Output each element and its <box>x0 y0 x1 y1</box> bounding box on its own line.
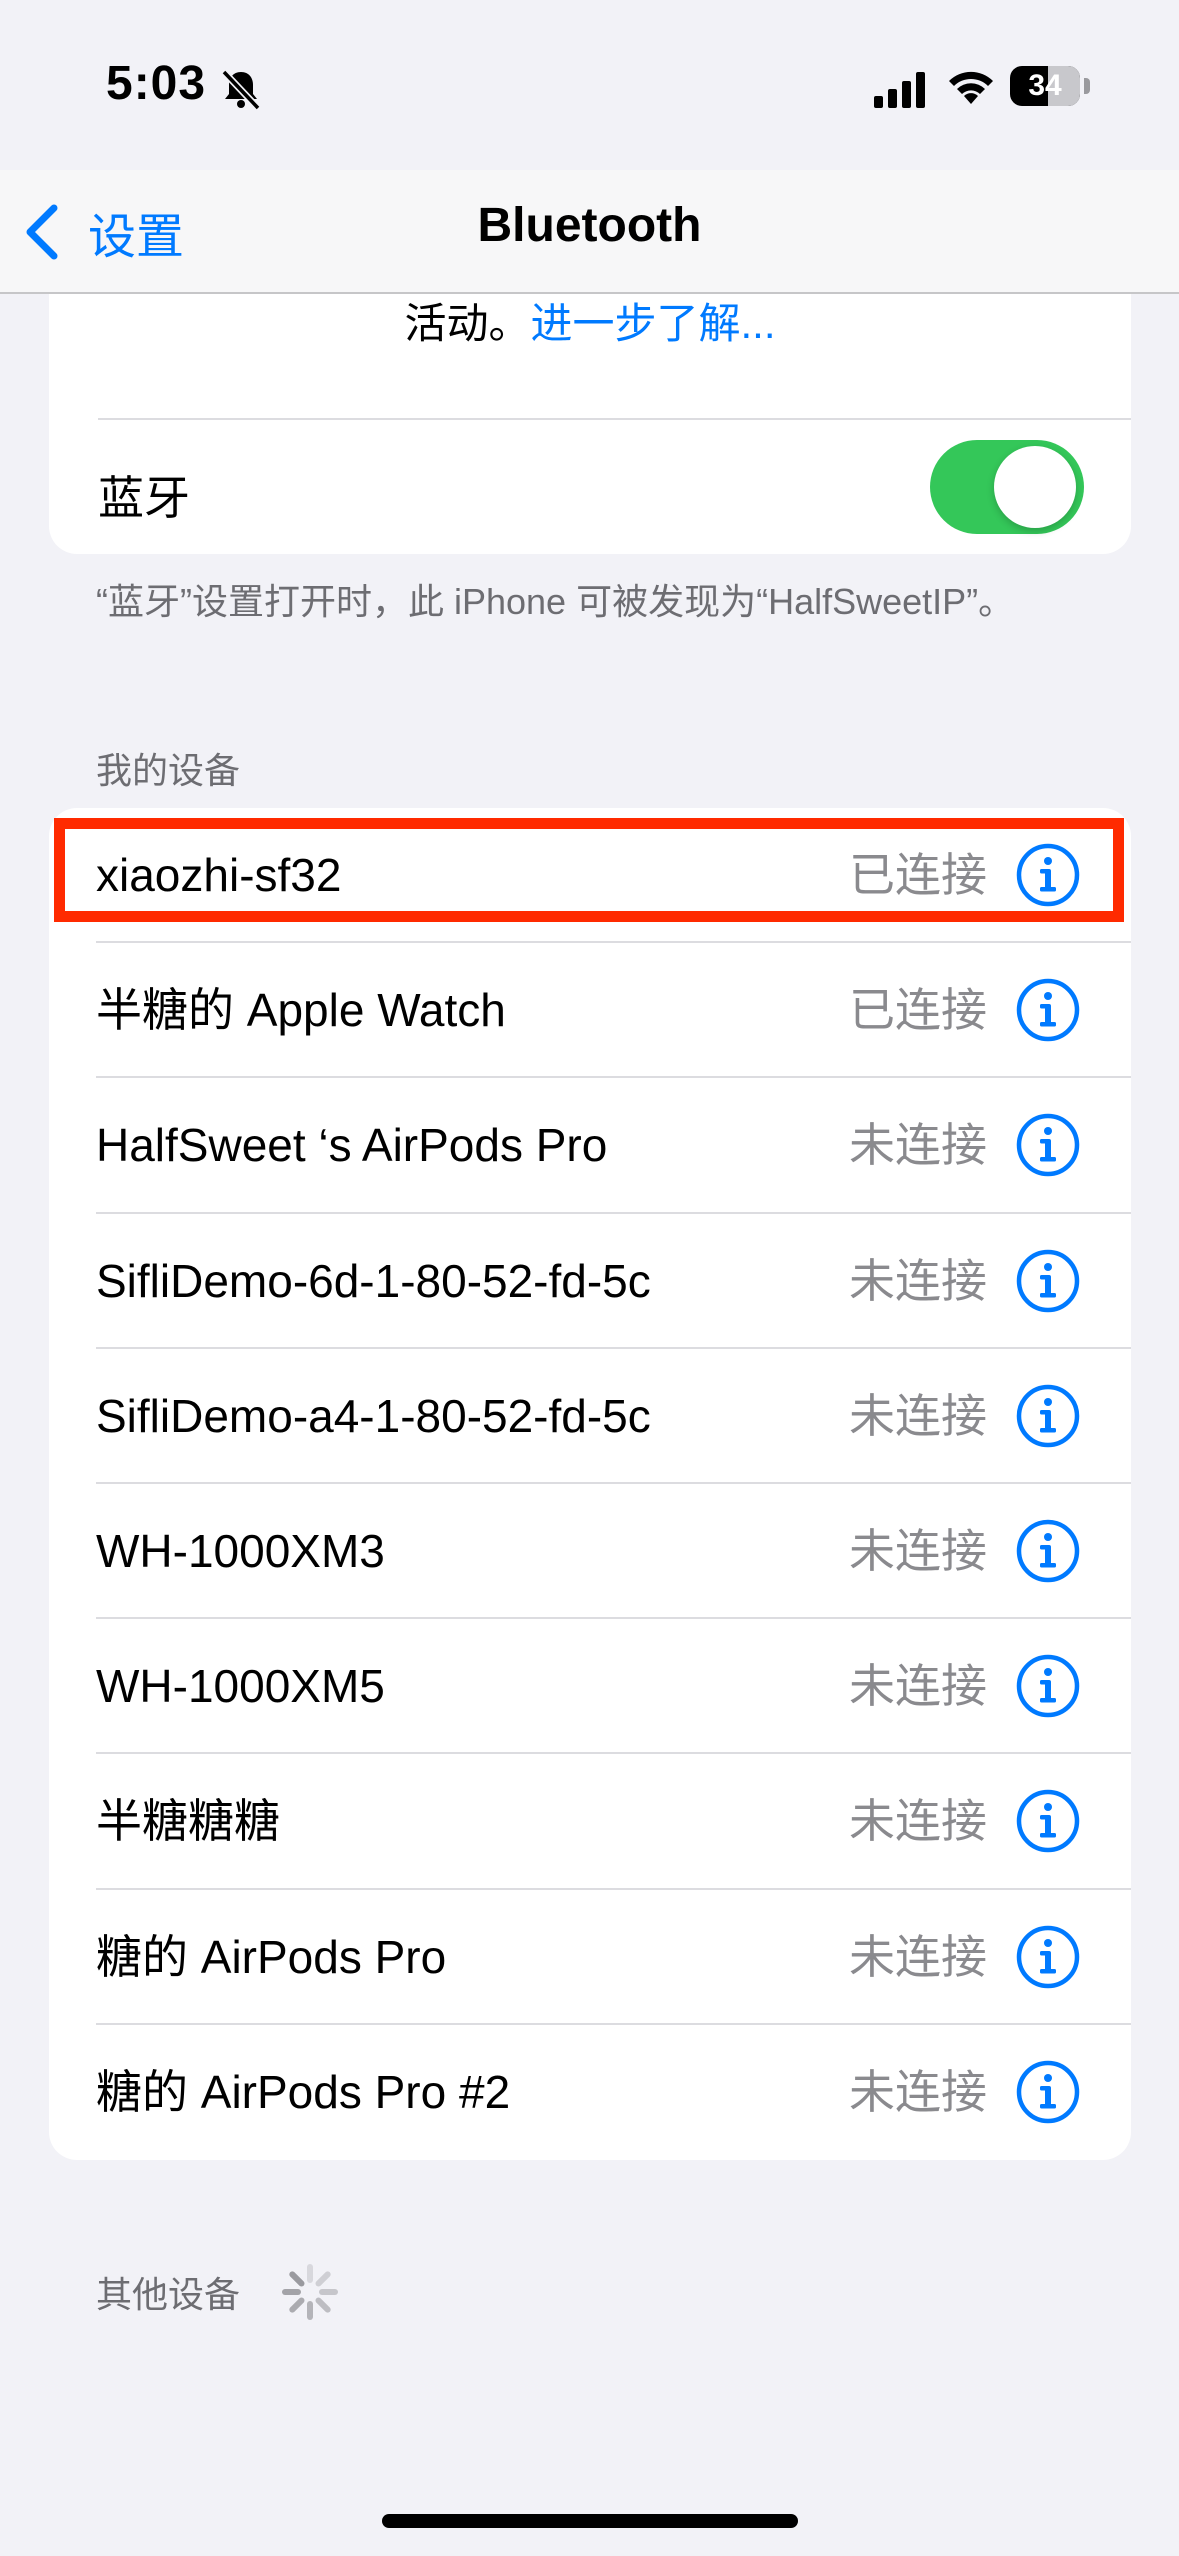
highlight-box <box>54 818 1124 922</box>
page-title: Bluetooth <box>477 199 702 252</box>
cellular-signal-icon <box>874 72 925 108</box>
device-name: WH-1000XM3 <box>96 1524 385 1577</box>
navigation-bar: 设置 Bluetooth <box>0 170 1179 294</box>
bell-slash-icon <box>221 69 261 111</box>
device-row[interactable]: 糖的 AirPods Pro 未连接 <box>49 1890 1131 2025</box>
spinner-icon <box>282 2264 338 2320</box>
device-status: 未连接 <box>849 1660 987 1713</box>
info-icon[interactable] <box>1015 1248 1081 1314</box>
device-name: WH-1000XM5 <box>96 1660 385 1713</box>
my-devices-header: 我的设备 <box>96 750 241 791</box>
discoverable-footnote: “蓝牙”设置打开时，此 iPhone 可被发现为“HalfSweetIP”。 <box>96 581 1015 622</box>
battery-level: 34 <box>1028 69 1062 102</box>
toggle-knob <box>994 446 1076 528</box>
device-row[interactable]: 半糖的 Apple Watch 已连接 <box>49 943 1131 1079</box>
status-bar: 5:03 34 <box>0 0 1179 170</box>
device-name: 半糖的 Apple Watch <box>96 984 506 1037</box>
device-name: SifliDemo-a4-1-80-52-fd-5c <box>96 1389 651 1442</box>
device-name: SifliDemo-6d-1-80-52-fd-5c <box>96 1254 651 1307</box>
home-indicator[interactable] <box>382 2514 798 2528</box>
device-name: 糖的 AirPods Pro <box>96 1930 447 1983</box>
device-name: 糖的 AirPods Pro #2 <box>96 2065 511 2118</box>
info-icon[interactable] <box>1015 1653 1081 1719</box>
device-row[interactable]: 糖的 AirPods Pro #2 未连接 <box>49 2025 1131 2160</box>
device-status: 未连接 <box>849 1254 987 1307</box>
learn-more-link[interactable]: 进一步了解... <box>531 300 776 347</box>
device-status: 已连接 <box>849 984 987 1037</box>
info-icon[interactable] <box>1015 1924 1081 1990</box>
device-row[interactable]: WH-1000XM3 未连接 <box>49 1484 1131 1620</box>
info-icon[interactable] <box>1015 1112 1081 1178</box>
other-devices-header: 其他设备 <box>96 2274 241 2315</box>
device-status: 未连接 <box>849 1524 987 1577</box>
bluetooth-toggle[interactable] <box>930 440 1084 534</box>
device-row[interactable]: HalfSweet ‘s AirPods Pro 未连接 <box>49 1078 1131 1214</box>
device-status: 未连接 <box>849 1119 987 1172</box>
my-devices-list: xiaozhi-sf32 已连接 半糖的 Apple Watch 已连接 HalfSwe… <box>49 808 1131 2160</box>
intro-text: 活动。 <box>404 300 531 347</box>
intro-line: 活动。进一步了解... <box>49 290 1131 351</box>
info-icon[interactable] <box>1015 2059 1081 2125</box>
device-name: 半糖糖糖 <box>96 1795 280 1848</box>
device-status: 未连接 <box>849 2065 987 2118</box>
bluetooth-toggle-label: 蓝牙 <box>98 472 190 524</box>
info-icon[interactable] <box>1015 977 1081 1043</box>
info-icon[interactable] <box>1015 1518 1081 1584</box>
wifi-icon <box>949 71 993 104</box>
info-icon[interactable] <box>1015 1788 1081 1854</box>
device-status: 未连接 <box>849 1389 987 1442</box>
device-status: 未连接 <box>849 1930 987 1983</box>
battery-icon: 34 <box>1010 66 1080 106</box>
device-row[interactable]: SifliDemo-6d-1-80-52-fd-5c 未连接 <box>49 1214 1131 1349</box>
device-status: 未连接 <box>849 1795 987 1848</box>
device-row[interactable]: SifliDemo-a4-1-80-52-fd-5c 未连接 <box>49 1349 1131 1485</box>
device-row[interactable]: WH-1000XM5 未连接 <box>49 1619 1131 1755</box>
device-name: HalfSweet ‘s AirPods Pro <box>96 1119 608 1172</box>
device-row[interactable]: 半糖糖糖 未连接 <box>49 1754 1131 1890</box>
battery-tip <box>1084 78 1090 94</box>
divider <box>98 418 1131 420</box>
status-time: 5:03 <box>106 57 207 110</box>
info-icon[interactable] <box>1015 1383 1081 1449</box>
